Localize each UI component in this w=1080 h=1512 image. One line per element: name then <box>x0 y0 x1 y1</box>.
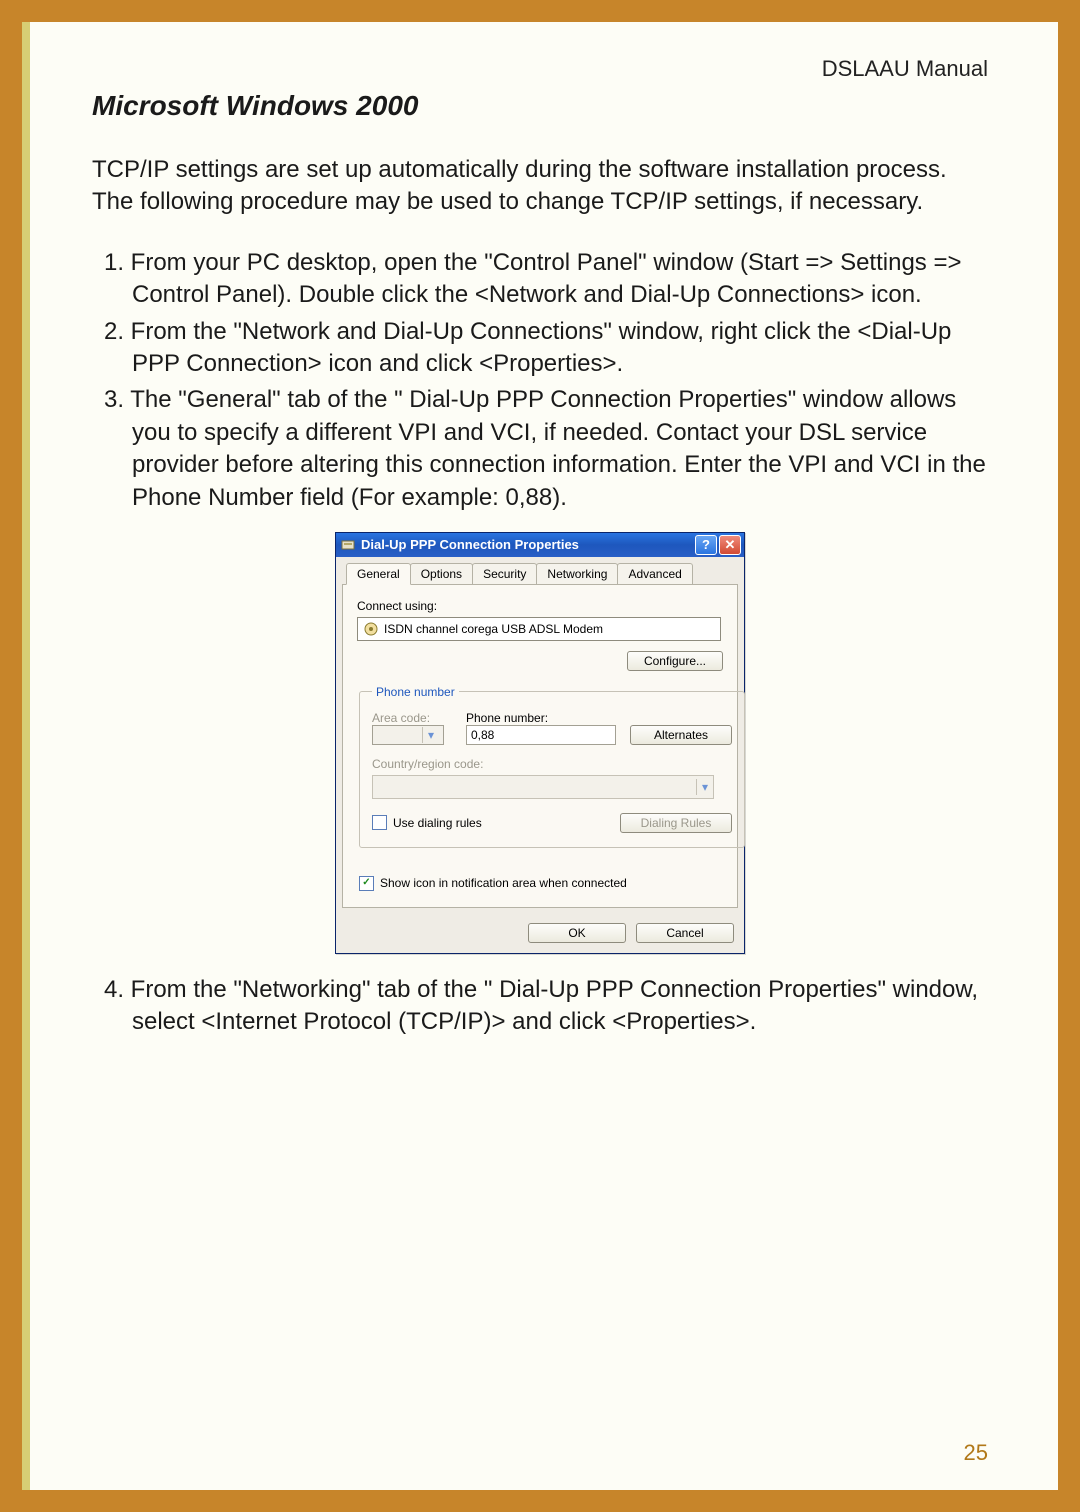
phone-number-label: Phone number: <box>466 711 548 725</box>
modem-text: ISDN channel corega USB ADSL Modem <box>384 622 603 636</box>
show-icon-label: Show icon in notification area when conn… <box>380 876 627 890</box>
show-icon-checkbox[interactable] <box>359 876 374 891</box>
manual-header: DSLAAU Manual <box>92 56 988 82</box>
country-code-label: Country/region code: <box>372 757 483 771</box>
section-title: Microsoft Windows 2000 <box>92 90 988 122</box>
close-button[interactable]: ✕ <box>719 535 741 555</box>
use-dialing-rules-label: Use dialing rules <box>393 816 482 830</box>
chevron-down-icon: ▾ <box>422 727 439 743</box>
properties-dialog: Dial-Up PPP Connection Properties ? ✕ Ge… <box>335 532 745 954</box>
tab-body-general: Connect using: ISDN channel corega USB A… <box>342 584 738 908</box>
tab-networking[interactable]: Networking <box>536 563 618 585</box>
configure-button[interactable]: Configure... <box>627 651 723 671</box>
step-3: 3. The "General" tab of the " Dial-Up PP… <box>92 384 988 514</box>
tab-advanced[interactable]: Advanced <box>617 563 692 585</box>
country-code-combo: ▾ <box>372 775 714 799</box>
steps-list-continued: 4. From the "Networking" tab of the " Di… <box>92 974 988 1039</box>
area-code-combo: ▾ <box>372 725 444 745</box>
steps-list: 1. From your PC desktop, open the "Contr… <box>92 247 988 514</box>
tab-general[interactable]: General <box>346 563 411 585</box>
phone-group-legend: Phone number <box>372 685 459 699</box>
phone-number-value: 0,88 <box>471 728 494 742</box>
step-4: 4. From the "Networking" tab of the " Di… <box>92 974 988 1039</box>
tab-options[interactable]: Options <box>410 563 473 585</box>
phone-number-group: Phone number Area code: ▾ Phone number <box>359 685 745 848</box>
cancel-button[interactable]: Cancel <box>636 923 734 943</box>
intro-paragraph: TCP/IP settings are set up automatically… <box>92 154 988 219</box>
area-code-label: Area code: <box>372 711 430 725</box>
ok-button[interactable]: OK <box>528 923 626 943</box>
phone-number-input[interactable]: 0,88 <box>466 725 616 745</box>
use-dialing-rules-checkbox[interactable] <box>372 815 387 830</box>
step-2: 2. From the "Network and Dial-Up Connect… <box>92 316 988 381</box>
tab-security[interactable]: Security <box>472 563 537 585</box>
dialog-icon <box>341 538 355 552</box>
chevron-down-icon: ▾ <box>696 779 713 795</box>
dialog-titlebar[interactable]: Dial-Up PPP Connection Properties ? ✕ <box>336 533 744 557</box>
tabs-row: General Options Security Networking Adva… <box>336 557 744 585</box>
dialing-rules-button: Dialing Rules <box>620 813 732 833</box>
modem-icon <box>364 622 378 636</box>
dialog-footer: OK Cancel <box>336 915 744 953</box>
connect-using-label: Connect using: <box>357 599 723 613</box>
step-1: 1. From your PC desktop, open the "Contr… <box>92 247 988 312</box>
modem-select[interactable]: ISDN channel corega USB ADSL Modem <box>357 617 721 641</box>
help-button[interactable]: ? <box>695 535 717 555</box>
dialog-title-text: Dial-Up PPP Connection Properties <box>361 537 579 552</box>
page-number: 25 <box>964 1440 988 1466</box>
alternates-button[interactable]: Alternates <box>630 725 732 745</box>
